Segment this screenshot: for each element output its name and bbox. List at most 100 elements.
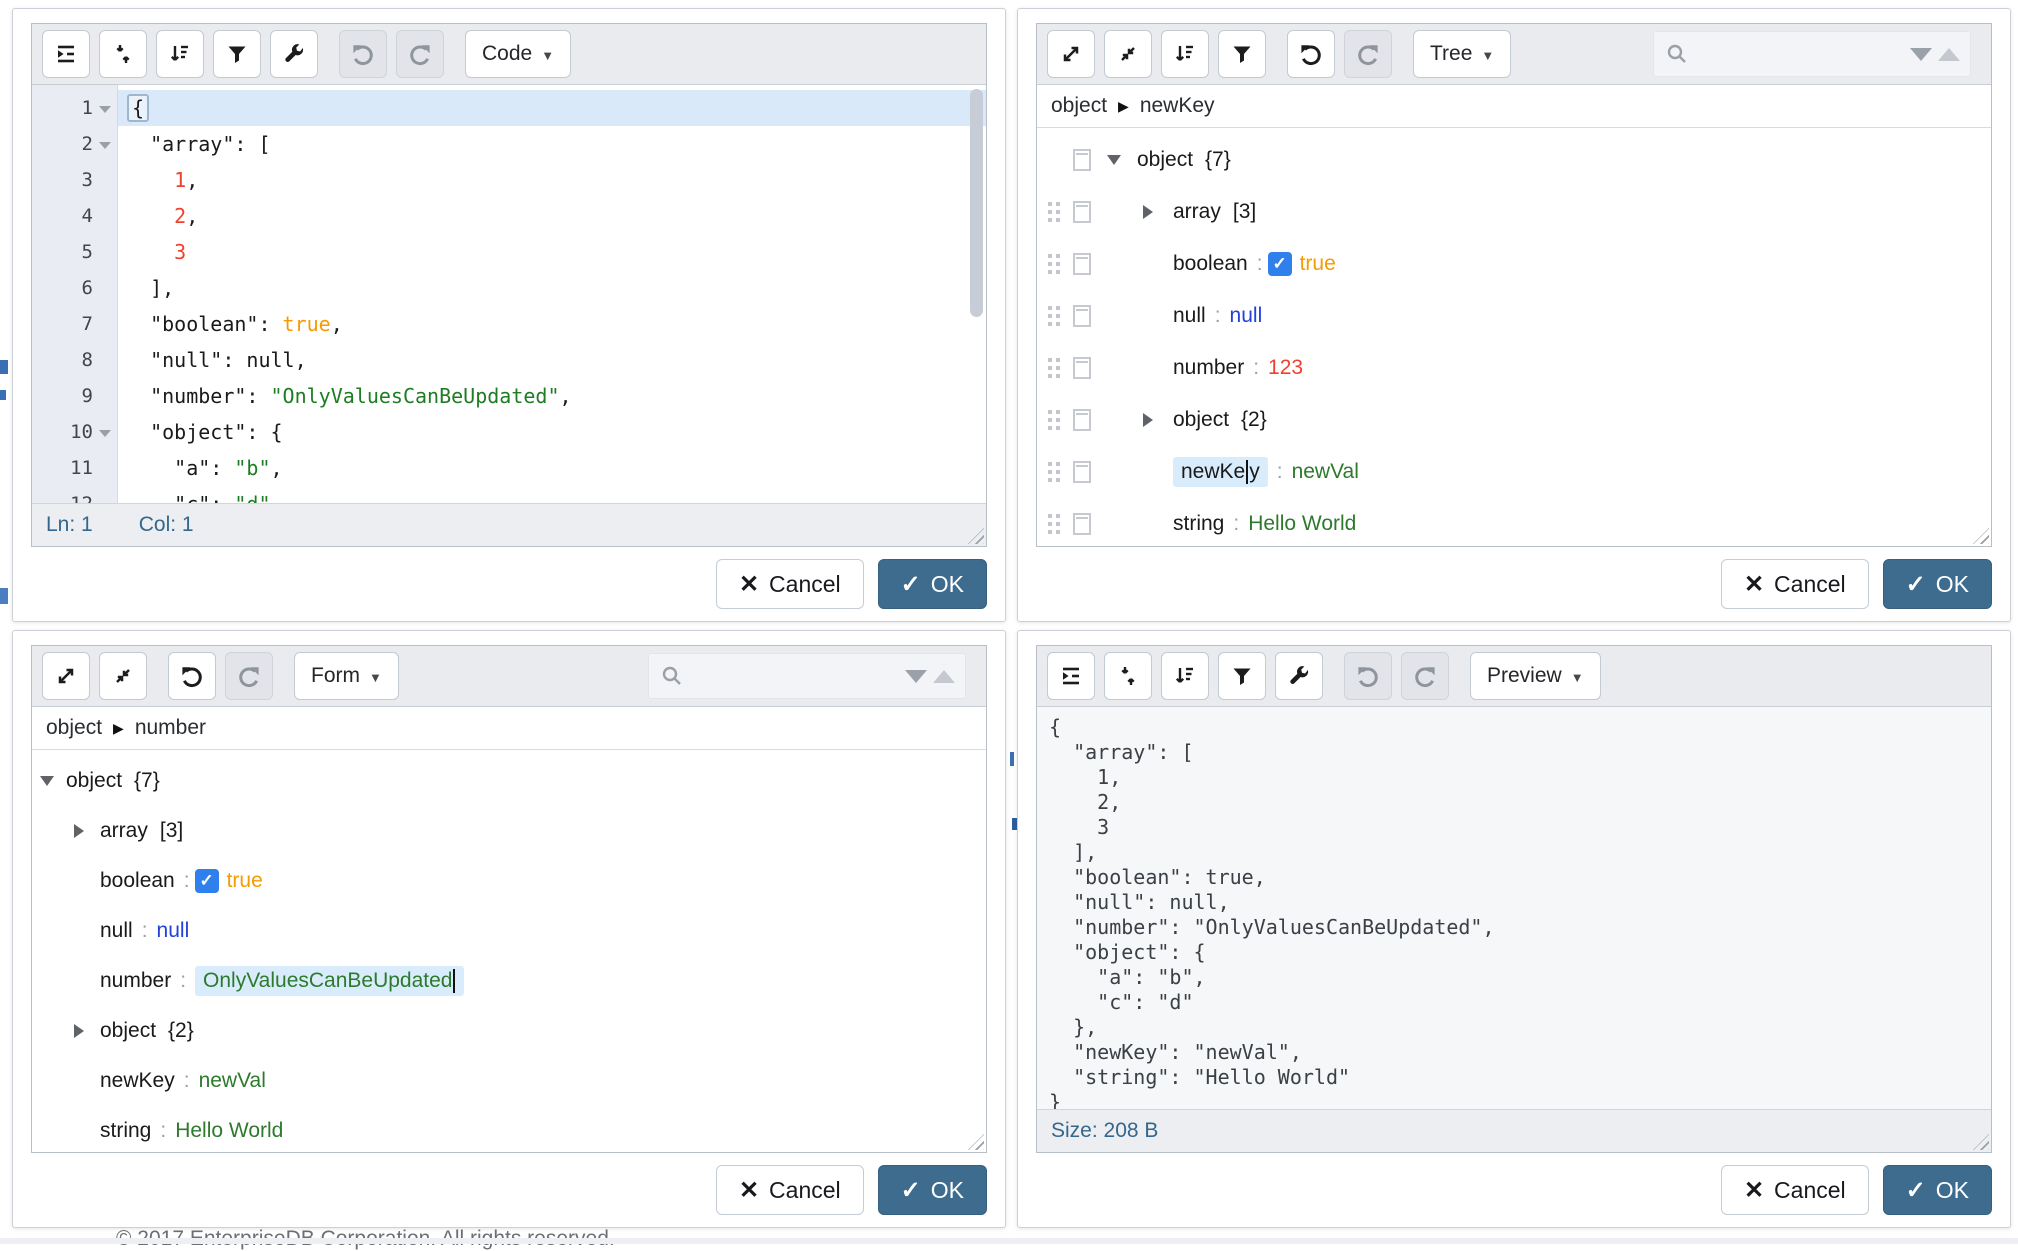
- code-line[interactable]: "number": "OnlyValuesCanBeUpdated",: [118, 378, 986, 414]
- code-content[interactable]: 123456789101112 { "array": [ 1, 2, 3 ], …: [32, 85, 986, 503]
- mode-dropdown-tree[interactable]: Tree ▼: [1413, 30, 1511, 78]
- node-value[interactable]: null: [157, 919, 190, 943]
- undo-button[interactable]: [339, 30, 387, 78]
- actions-menu-button[interactable]: [1073, 305, 1091, 327]
- search-previous-icon[interactable]: [1938, 48, 1960, 61]
- redo-button[interactable]: [396, 30, 444, 78]
- node-value[interactable]: true: [227, 869, 263, 893]
- node-key[interactable]: boolean: [1173, 252, 1248, 276]
- vertical-scrollbar[interactable]: [970, 89, 983, 317]
- actions-menu-button[interactable]: [1073, 409, 1091, 431]
- format-button[interactable]: [1047, 652, 1095, 700]
- code-line[interactable]: "null": null,: [118, 342, 986, 378]
- drag-handle-icon[interactable]: [1047, 253, 1061, 275]
- node-key[interactable]: null: [100, 919, 133, 943]
- actions-menu-button[interactable]: [1073, 149, 1091, 171]
- code-line[interactable]: 1,: [118, 162, 986, 198]
- expand-toggle-icon[interactable]: [74, 1024, 84, 1038]
- node-key[interactable]: string: [1173, 512, 1224, 536]
- node-value[interactable]: null: [1230, 304, 1263, 328]
- undo-button[interactable]: [1344, 652, 1392, 700]
- filter-button[interactable]: [1218, 652, 1266, 700]
- filter-button[interactable]: [1218, 30, 1266, 78]
- redo-button[interactable]: [1401, 652, 1449, 700]
- drag-handle-icon[interactable]: [1047, 513, 1061, 535]
- code-line[interactable]: "array": [: [118, 126, 986, 162]
- value-edit-field[interactable]: OnlyValuesCanBeUpdated: [195, 966, 464, 996]
- undo-button[interactable]: [1287, 30, 1335, 78]
- undo-button[interactable]: [168, 652, 216, 700]
- ok-button[interactable]: ✓ OK: [878, 559, 987, 609]
- sort-button[interactable]: [1161, 30, 1209, 78]
- node-value[interactable]: Hello World: [1248, 512, 1356, 536]
- code-line[interactable]: "c": "d": [118, 486, 986, 503]
- drag-handle-icon[interactable]: [1047, 305, 1061, 327]
- mode-dropdown-form[interactable]: Form ▼: [294, 652, 399, 700]
- drag-handle-icon[interactable]: [1047, 201, 1061, 223]
- node-key[interactable]: boolean: [100, 869, 175, 893]
- node-key[interactable]: object: [1137, 148, 1193, 172]
- node-value[interactable]: newVal: [199, 1069, 266, 1093]
- node-value[interactable]: 123: [1268, 356, 1303, 380]
- code-line[interactable]: 3: [118, 234, 986, 270]
- node-key[interactable]: number: [100, 969, 171, 993]
- expand-all-button[interactable]: [1047, 30, 1095, 78]
- actions-menu-button[interactable]: [1073, 201, 1091, 223]
- search-input[interactable]: [685, 664, 905, 689]
- node-key[interactable]: number: [1173, 356, 1244, 380]
- collapse-toggle-icon[interactable]: [40, 776, 54, 786]
- redo-button[interactable]: [225, 652, 273, 700]
- drag-handle-icon[interactable]: [1047, 461, 1061, 483]
- node-value[interactable]: true: [1300, 252, 1336, 276]
- code-line[interactable]: "a": "b",: [118, 450, 986, 486]
- drag-handle-icon[interactable]: [1047, 409, 1061, 431]
- sort-button[interactable]: [156, 30, 204, 78]
- breadcrumb-root[interactable]: object: [1051, 94, 1107, 118]
- node-key[interactable]: null: [1173, 304, 1206, 328]
- search-input[interactable]: [1690, 42, 1910, 67]
- actions-menu-button[interactable]: [1073, 357, 1091, 379]
- expand-toggle-icon[interactable]: [1143, 205, 1153, 219]
- collapse-all-button[interactable]: [1104, 30, 1152, 78]
- breadcrumb-leaf[interactable]: number: [135, 716, 206, 740]
- repair-button[interactable]: [270, 30, 318, 78]
- code-line[interactable]: "object": {: [118, 414, 986, 450]
- collapse-toggle-icon[interactable]: [1107, 155, 1121, 165]
- breadcrumb-root[interactable]: object: [46, 716, 102, 740]
- code-line[interactable]: ],: [118, 270, 986, 306]
- ok-button[interactable]: ✓ OK: [1883, 559, 1992, 609]
- fold-arrow-icon[interactable]: [99, 430, 111, 437]
- mode-dropdown-preview[interactable]: Preview ▼: [1470, 652, 1601, 700]
- actions-menu-button[interactable]: [1073, 461, 1091, 483]
- node-key[interactable]: string: [100, 1119, 151, 1143]
- filter-button[interactable]: [213, 30, 261, 78]
- repair-button[interactable]: [1275, 652, 1323, 700]
- mode-dropdown-code[interactable]: Code ▼: [465, 30, 571, 78]
- node-value[interactable]: newVal: [1292, 460, 1359, 484]
- redo-button[interactable]: [1344, 30, 1392, 78]
- expand-all-button[interactable]: [42, 652, 90, 700]
- collapse-all-button[interactable]: [99, 652, 147, 700]
- drag-handle-icon[interactable]: [1047, 357, 1061, 379]
- ok-button[interactable]: ✓ OK: [1883, 1165, 1992, 1215]
- cancel-button[interactable]: ✕ Cancel: [716, 559, 864, 609]
- node-key[interactable]: newKey: [100, 1069, 175, 1093]
- cancel-button[interactable]: ✕ Cancel: [1721, 559, 1869, 609]
- node-value[interactable]: Hello World: [175, 1119, 283, 1143]
- search-next-icon[interactable]: [1910, 48, 1932, 61]
- code-line[interactable]: 2,: [118, 198, 986, 234]
- breadcrumb-leaf[interactable]: newKey: [1140, 94, 1215, 118]
- boolean-checkbox[interactable]: ✓: [1268, 252, 1292, 276]
- code-lines[interactable]: { "array": [ 1, 2, 3 ], "boolean": true,…: [118, 85, 986, 503]
- sort-button[interactable]: [1161, 652, 1209, 700]
- actions-menu-button[interactable]: [1073, 253, 1091, 275]
- compact-button[interactable]: [1104, 652, 1152, 700]
- ok-button[interactable]: ✓ OK: [878, 1165, 987, 1215]
- node-value[interactable]: OnlyValuesCanBeUpdated: [203, 969, 452, 993]
- code-line[interactable]: "boolean": true,: [118, 306, 986, 342]
- node-key[interactable]: array: [1173, 200, 1221, 224]
- code-line[interactable]: {: [118, 90, 986, 126]
- fold-arrow-icon[interactable]: [99, 106, 111, 113]
- node-key[interactable]: object: [1173, 408, 1229, 432]
- cancel-button[interactable]: ✕ Cancel: [1721, 1165, 1869, 1215]
